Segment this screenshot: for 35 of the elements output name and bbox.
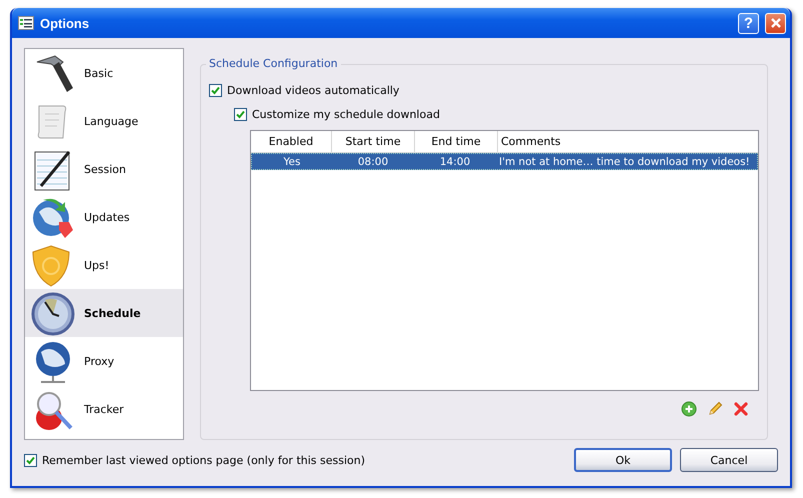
table-cell-text: 14:00 (438, 156, 472, 168)
window-title: Options (40, 16, 90, 30)
sidebar-item[interactable]: Session (25, 145, 183, 193)
sidebar-item[interactable]: Proxy (25, 337, 183, 385)
checkbox[interactable] (24, 454, 37, 466)
pencil-icon[interactable] (707, 401, 723, 417)
column-header[interactable]: Comments (498, 131, 758, 152)
sidebar-item[interactable]: Schedule (25, 289, 183, 337)
checkbox-label: Download videos automatically (227, 84, 400, 96)
sidebar-item[interactable]: Basic (25, 49, 183, 97)
add-icon[interactable] (681, 401, 697, 417)
table-row[interactable]: Yes 08:00 14:00 I'm not at home… time to download my videos! (251, 153, 758, 170)
delete-icon[interactable] (733, 401, 749, 417)
clock-icon (29, 290, 75, 336)
close-icon (770, 17, 782, 29)
column-header[interactable]: Enabled (251, 131, 332, 152)
dialog-button[interactable]: Cancel (680, 448, 778, 472)
table-cell-text: Yes (282, 156, 302, 168)
close-button[interactable] (765, 12, 786, 34)
checkbox[interactable] (234, 108, 247, 120)
checkbox-label: Customize my schedule download (252, 108, 440, 120)
checkbox[interactable] (209, 84, 222, 96)
table-cell-text: I'm not at home… time to download my videos! (498, 156, 751, 168)
list-icon (18, 16, 34, 30)
sidebar-item[interactable]: Tracker (25, 385, 183, 433)
table-cell-text: 08:00 (356, 156, 390, 168)
help-button[interactable]: ? (738, 12, 759, 34)
dialog-button[interactable]: Ok (574, 448, 672, 472)
column-header[interactable]: Start time (332, 131, 415, 152)
sidebar-item[interactable]: Language (25, 97, 183, 145)
group-title: Schedule Configuration (206, 57, 341, 70)
checkbox-label: Remember last viewed options page (only for this session) (42, 454, 366, 466)
sidebar-item[interactable]: Updates (25, 193, 183, 241)
column-header[interactable]: End time (415, 131, 498, 152)
sidebar-item[interactable]: Ups! (25, 241, 183, 289)
